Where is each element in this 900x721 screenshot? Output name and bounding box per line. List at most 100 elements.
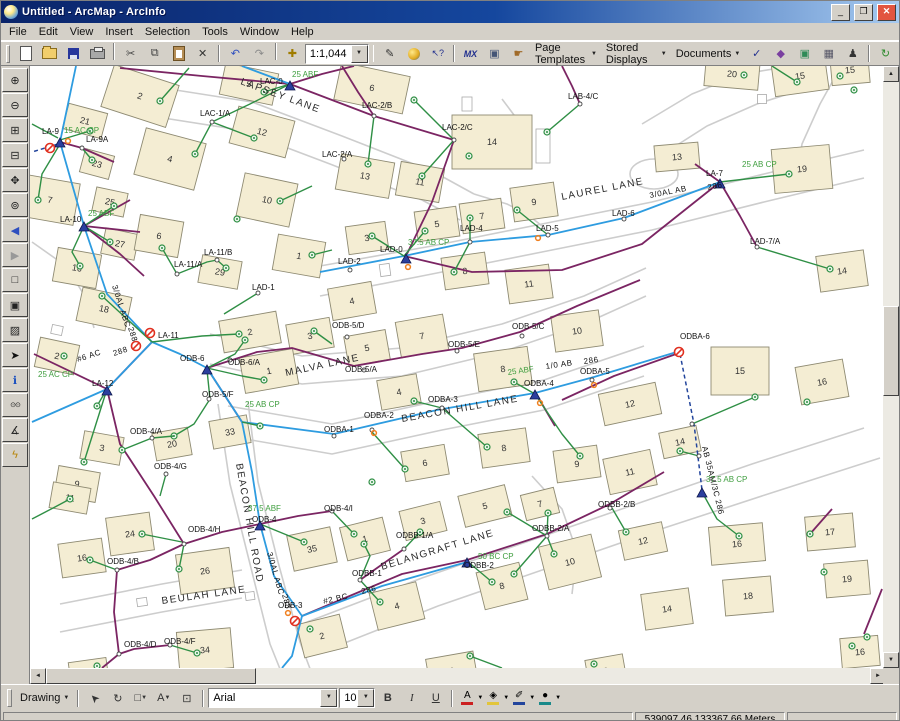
text-tool-button[interactable]: A▼ [152,687,175,709]
refresh-view-button[interactable]: ↻ [874,43,897,65]
chevron-down-icon[interactable]: ▼ [357,689,374,707]
rectangle-tool-button[interactable]: □▼ [129,687,152,709]
toolbar-grip[interactable] [6,45,10,63]
editor-toolbar-button[interactable] [402,43,425,65]
zoom-in-tool[interactable]: ⊕ [2,68,28,92]
service-line [612,508,626,532]
launch-tool-button[interactable]: ☛ [507,43,530,65]
redo-button[interactable]: ↷ [248,43,271,65]
scroll-up-icon[interactable]: ▲ [883,66,899,82]
menu-window[interactable]: Window [234,25,285,39]
minimize-button[interactable]: _ [831,4,850,21]
forward-extent-tool[interactable]: ▶ [2,243,28,267]
open-document-button[interactable] [38,43,61,65]
whats-this-help-button[interactable]: ↖? [426,43,449,65]
equipment-label: ODBB-1/A [396,531,434,540]
rotate-graphics-button[interactable]: ↻ [106,687,129,709]
select-elements-tool[interactable]: ➤ [2,343,28,367]
menu-edit[interactable]: Edit [33,25,64,39]
copy-button[interactable]: ⧉ [143,43,166,65]
menu-insert[interactable]: Insert [99,25,139,39]
menu-file[interactable]: File [3,25,33,39]
scroll-down-icon[interactable]: ▼ [883,652,899,668]
equipment-label: LAD-1 [252,283,275,292]
font-color-button[interactable]: A [457,688,477,708]
hscroll-thumb[interactable] [46,668,256,684]
grid-snapping-button[interactable]: ▦ [817,43,840,65]
service-point-dot [839,75,841,77]
underline-button[interactable]: U [424,687,447,709]
select-graphics-button[interactable]: ➤ [83,687,106,709]
marker-color-button[interactable]: ● [535,688,555,708]
drawing-menu[interactable]: Drawing ▼ [16,688,73,708]
service-point-dot [238,333,240,335]
clear-selection-tool[interactable]: ▨ [2,318,28,342]
font-color-swatch [461,702,473,705]
horizontal-scrollbar[interactable]: ◄ ► [30,668,886,684]
font-size-combobox[interactable]: 10 ▼ [339,688,375,708]
undo-button[interactable]: ↶ [224,43,247,65]
delete-button[interactable]: ✕ [191,43,214,65]
map-exchange-button[interactable]: MX [459,43,482,65]
tools-toolbar: ⊕⊖⊞⊟✥⊚◀▶□▣▨➤ℹ⊙⊙∡ϟ [1,66,30,684]
select-features-tool[interactable]: ▣ [2,293,28,317]
hyperlink-tool[interactable]: ϟ [2,443,28,467]
font-family-combobox[interactable]: Arial ▼ [208,688,338,708]
bold-button[interactable]: B [376,687,399,709]
restore-button[interactable]: ❐ [854,4,873,21]
service-point-dot [513,573,515,575]
chevron-down-icon: ▼ [555,695,561,701]
page-templates-menu[interactable]: Page Templates ▼ [531,44,601,64]
scale-combobox[interactable]: 1:1,044 ▼ [305,44,369,64]
pole-icon [590,378,594,382]
back-extent-tool[interactable]: ◀ [2,218,28,242]
print-button[interactable] [86,43,109,65]
identify-tool[interactable]: ℹ [2,368,28,392]
fixed-zoom-in-tool[interactable]: ⊞ [2,118,28,142]
new-document-button[interactable] [14,43,37,65]
select-rectangle-tool[interactable]: □ [2,268,28,292]
add-data-button[interactable]: ✚ [281,43,304,65]
stored-displays-menu[interactable]: Stored Displays ▼ [602,44,671,64]
service-point-dot [579,455,581,457]
building-number: 33 [224,426,236,438]
full-extent-tool[interactable]: ⊚ [2,193,28,217]
pole-icon [348,268,352,272]
chevron-down-icon[interactable]: ▼ [320,689,337,707]
pan-tool[interactable]: ✥ [2,168,28,192]
toolbar-grip[interactable] [7,689,12,707]
line-color-button[interactable]: ✐ [509,688,529,708]
menu-help[interactable]: Help [285,25,320,39]
service-point-dot [421,175,423,177]
overview-window-button[interactable]: ▣ [793,43,816,65]
equipment-label: LA-11/B [204,248,232,257]
chevron-down-icon[interactable]: ▼ [351,45,368,63]
building: 1 [272,234,326,278]
menu-tools[interactable]: Tools [196,25,234,39]
zoom-out-tool[interactable]: ⊖ [2,93,28,117]
editor-pencil-button[interactable]: ✎ [378,43,401,65]
select-by-attributes-button[interactable]: ✓ [745,43,768,65]
menu-selection[interactable]: Selection [139,25,196,39]
fixed-zoom-out-tool[interactable]: ⊟ [2,143,28,167]
paste-button[interactable] [167,43,190,65]
find-tool[interactable]: ⊙⊙ [2,393,28,417]
scroll-left-icon[interactable]: ◄ [30,668,46,684]
vscroll-thumb[interactable] [883,306,899,396]
vertical-scrollbar[interactable]: ▲ ▼ [883,66,899,668]
italic-button[interactable]: I [400,687,423,709]
cut-button[interactable]: ✂ [119,43,142,65]
documents-menu[interactable]: Documents ▼ [672,44,745,64]
layout-window-button[interactable]: ▣ [483,43,506,65]
close-button[interactable]: ✕ [877,4,896,21]
primary-line [114,570,119,654]
fill-color-button[interactable]: ◈ [483,688,503,708]
viewer-person-button[interactable]: ♟ [841,43,864,65]
callout-tool-button[interactable]: ⊡ [175,687,198,709]
map-canvas[interactable]: 2212341257252761629110182613111435798201… [30,66,887,668]
save-document-button[interactable] [62,43,85,65]
measure-tool[interactable]: ∡ [2,418,28,442]
service-point-dot [113,205,115,207]
menu-view[interactable]: View [64,25,100,39]
layer-effects-button[interactable]: ◆ [769,43,792,65]
